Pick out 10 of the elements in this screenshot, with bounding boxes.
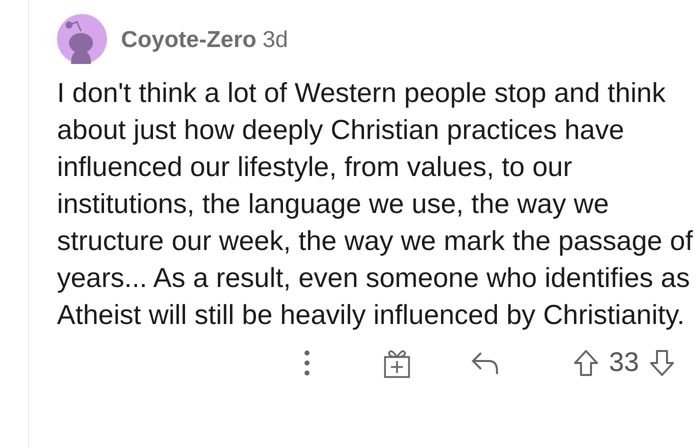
gift-icon[interactable] <box>383 348 411 378</box>
downvote-icon[interactable] <box>649 348 676 376</box>
vote-count: 33 <box>609 347 640 378</box>
more-options-icon[interactable] <box>303 350 311 376</box>
avatar-icon[interactable] <box>57 14 107 64</box>
reply-icon[interactable] <box>471 350 499 374</box>
comment-age: 3d <box>262 26 288 52</box>
username[interactable]: Coyote-Zero <box>121 26 256 52</box>
comment-text: I don't think a lot of Western people stop and think about just how deeply Christian practices have influenced our lifestyle, from values, to our institutions, the language we use, the way we structure our week, the way we mark the passage of years... As a result, even someone who identifies as Atheist will still be heavily influenced by Christianity. <box>57 76 694 332</box>
upvote-icon[interactable] <box>573 348 599 376</box>
